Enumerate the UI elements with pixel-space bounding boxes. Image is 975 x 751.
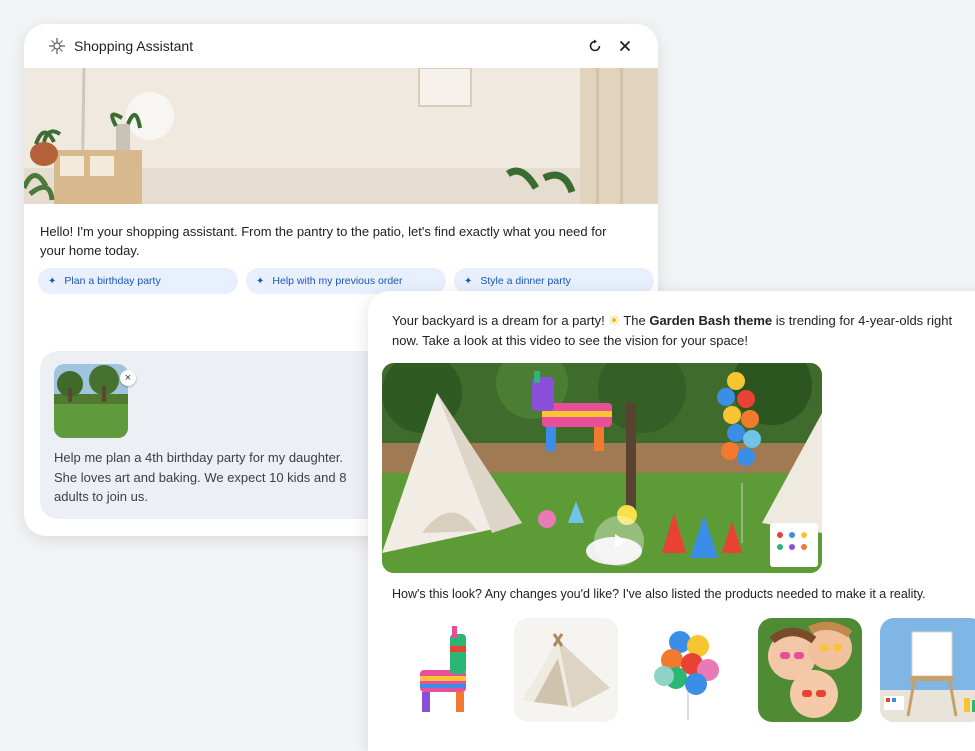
suggestion-chip-birthday[interactable]: ✦ Plan a birthday party — [38, 268, 238, 294]
sparkle-icon: ✦ — [48, 275, 57, 287]
party-theme-video[interactable] — [382, 363, 822, 573]
chip-label: Help with my previous order — [272, 275, 403, 287]
assistant-greeting: Hello! I'm your shopping assistant. From… — [40, 224, 607, 258]
theme-name: Garden Bash theme — [649, 313, 773, 328]
play-tent-image[interactable] — [514, 618, 618, 722]
chip-label: Style a dinner party — [480, 275, 571, 287]
assistant-response-window: Your backyard is a dream for a party! ☀ … — [368, 291, 975, 751]
product-carousel — [392, 618, 975, 722]
balloon-bunch-image[interactable] — [636, 618, 740, 722]
close-button[interactable] — [614, 35, 636, 57]
attached-backyard-photo[interactable] — [54, 364, 128, 438]
assistant-followup: How's this look? Any changes you'd like?… — [392, 587, 926, 601]
refresh-button[interactable] — [584, 35, 606, 57]
llama-pinata-image[interactable] — [392, 618, 496, 722]
play-icon — [615, 534, 626, 548]
reply-text-start: Your backyard is a dream for a party! — [392, 313, 609, 328]
sun-emoji: ☀ — [608, 313, 620, 328]
chip-label: Plan a birthday party — [64, 275, 161, 287]
close-icon — [619, 40, 631, 52]
sparkle-icon: ✦ — [464, 275, 473, 287]
sparkle-logo-icon — [49, 38, 65, 54]
user-message-text: Help me plan a 4th birthday party for my… — [54, 450, 347, 504]
user-message-bubble: × Help me plan a 4th birthday party for … — [40, 351, 420, 519]
sparkle-icon: ✦ — [256, 275, 265, 287]
living-room-banner-image — [24, 68, 658, 204]
art-easel-image[interactable] — [880, 618, 975, 722]
remove-attachment-button[interactable]: × — [120, 370, 136, 386]
window-title: Shopping Assistant — [74, 38, 194, 54]
play-button[interactable] — [594, 516, 644, 566]
title-bar: Shopping Assistant — [24, 24, 658, 68]
assistant-reply: Your backyard is a dream for a party! ☀ … — [392, 311, 972, 350]
refresh-icon — [589, 39, 601, 52]
reply-text-the: The — [619, 313, 650, 328]
kids-sunglasses-image[interactable] — [758, 618, 862, 722]
